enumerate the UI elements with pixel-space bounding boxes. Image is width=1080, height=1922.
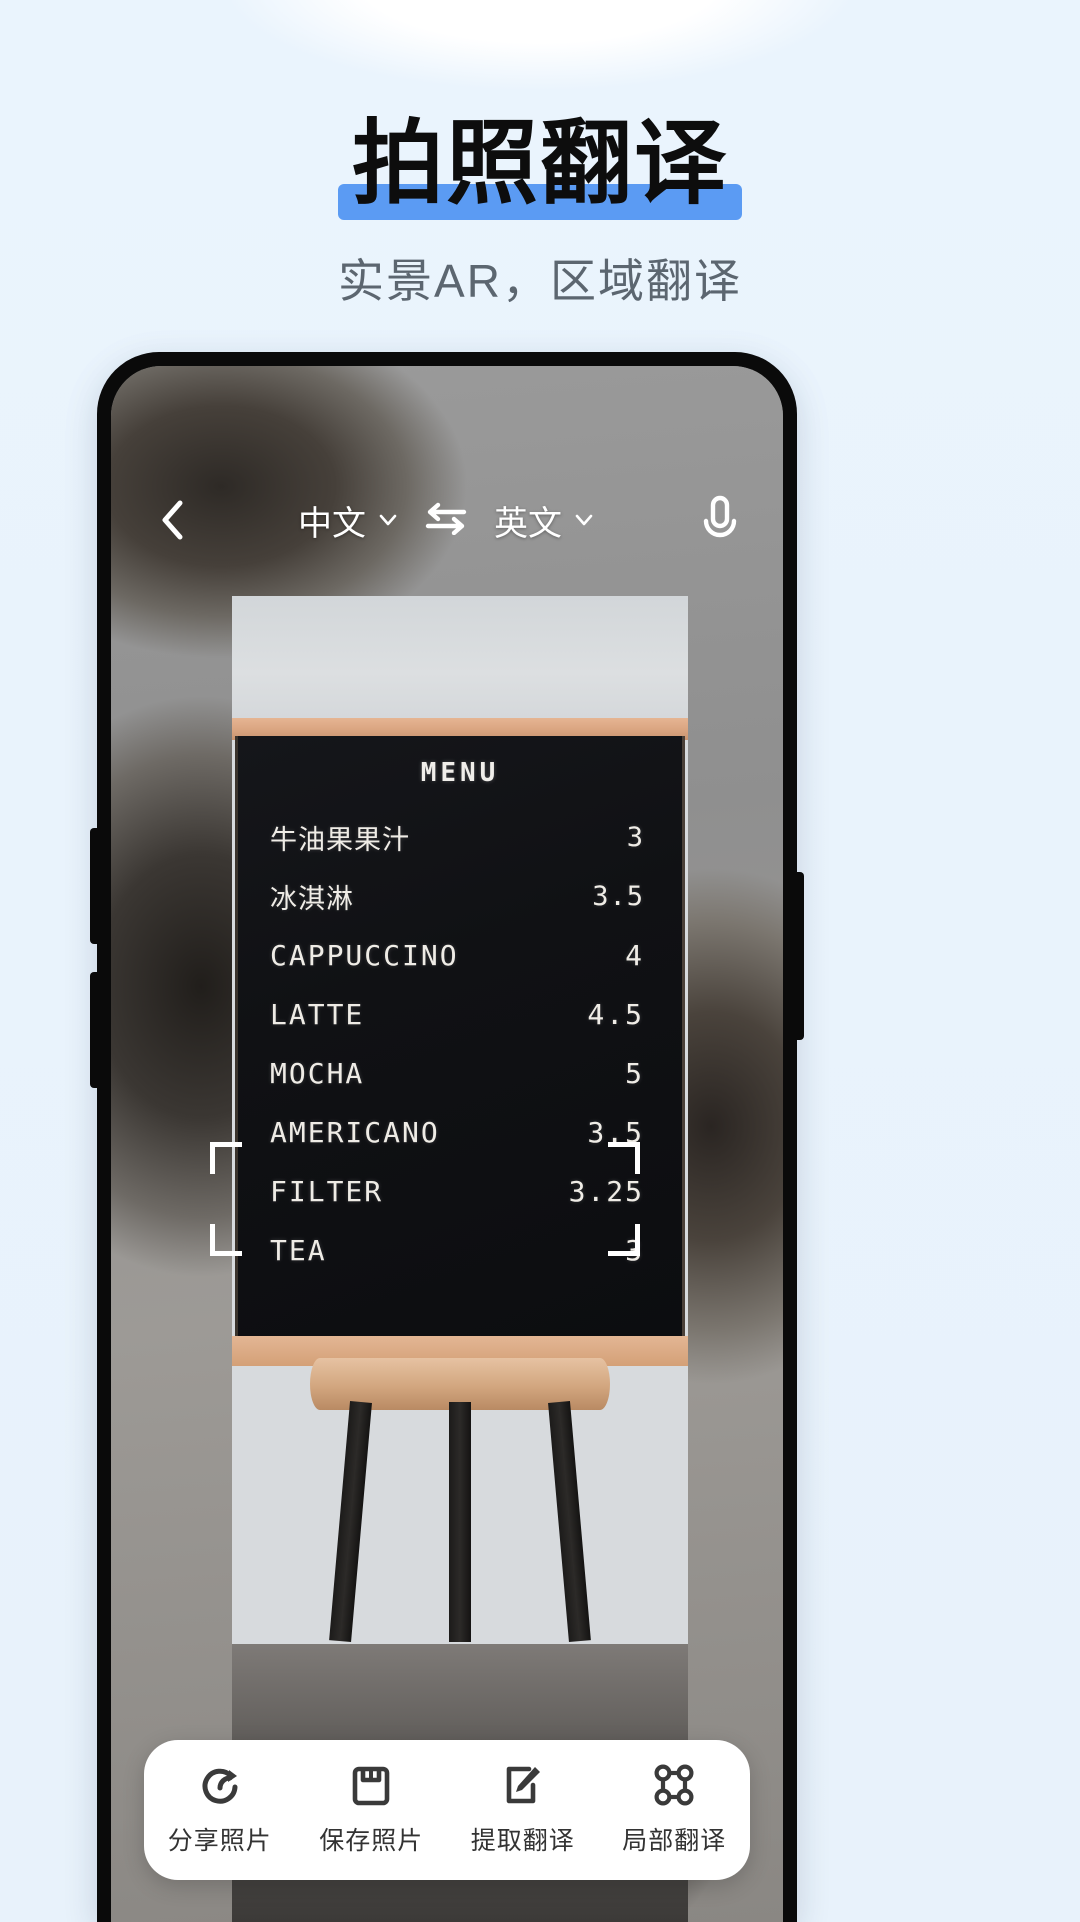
phone-volume-down-button [90, 972, 99, 1088]
extract-translation-button[interactable]: 提取翻译 [458, 1763, 588, 1857]
swap-languages-button[interactable] [424, 501, 468, 540]
share-photo-label: 分享照片 [167, 1827, 272, 1855]
ar-corner-top-left-icon [210, 1142, 242, 1174]
source-language-label: 中文 [298, 504, 366, 543]
menu-item-price: 4.5 [587, 998, 644, 1031]
menu-item-price: 5 [625, 1057, 644, 1090]
menu-board-title: MENU [420, 758, 500, 788]
voice-input-button[interactable] [697, 494, 743, 546]
promo-page: 拍照翻译 实景AR，区域翻译 MENU 牛油果果汁 3 冰淇淋 3.5 CAPPUCCI… [0, 0, 1080, 1922]
ar-selection-box[interactable] [210, 1142, 640, 1256]
phone-power-button [795, 872, 804, 1040]
share-photo-button[interactable]: 分享照片 [155, 1763, 285, 1857]
chevron-down-icon [575, 514, 593, 526]
menu-item-row: LATTE 4.5 [238, 985, 682, 1044]
save-photo-button[interactable]: 保存照片 [306, 1763, 436, 1857]
extract-translation-label: 提取翻译 [470, 1827, 575, 1855]
phone-screen: MENU 牛油果果汁 3 冰淇淋 3.5 CAPPUCCINO 4 LATTE 4.5 MOCH… [111, 366, 783, 1922]
microphone-icon [703, 495, 737, 538]
region-translate-icon [652, 1763, 696, 1807]
ar-corner-bottom-left-icon [210, 1224, 242, 1256]
page-title: 拍照翻译 [337, 118, 742, 220]
page-title-text: 拍照翻译 [351, 113, 728, 215]
share-photo-icon [198, 1763, 242, 1807]
menu-item-row: 冰淇淋 3.5 [238, 867, 682, 926]
captured-photo[interactable]: MENU 牛油果果汁 3 冰淇淋 3.5 CAPPUCCINO 4 LATTE 4.5 MOCH… [232, 596, 688, 1922]
menu-item-name: 冰淇淋 [270, 884, 354, 914]
menu-item-row: 牛油果果汁 3 [238, 808, 682, 867]
headline-area: 拍照翻译 [0, 118, 1080, 220]
chevron-down-icon [379, 514, 397, 526]
page-subtitle: 实景AR，区域翻译 [338, 255, 742, 307]
menu-item-name: CAPPUCCINO [270, 939, 459, 972]
top-navigation-bar: 中文 英文 [111, 484, 783, 556]
photo-stool-leg [449, 1402, 471, 1642]
action-toolbar: 分享照片 保存照片 提取翻译 局部翻译 [144, 1740, 750, 1880]
photo-stool-leg [548, 1401, 591, 1643]
region-translate-button[interactable]: 局部翻译 [609, 1763, 739, 1857]
ar-corner-bottom-right-icon [608, 1224, 640, 1256]
menu-item-price: 4 [625, 939, 644, 972]
menu-item-row: MOCHA 5 [238, 1044, 682, 1103]
save-photo-label: 保存照片 [319, 1827, 424, 1855]
back-button[interactable] [151, 498, 195, 542]
menu-item-name: MOCHA [270, 1057, 365, 1090]
chevron-left-icon [162, 500, 183, 540]
target-language-label: 英文 [494, 504, 562, 543]
menu-item-row: CAPPUCCINO 4 [238, 926, 682, 985]
target-language-selector[interactable]: 英文 [494, 496, 594, 545]
source-language-selector[interactable]: 中文 [298, 496, 398, 545]
extract-translation-icon [502, 1763, 544, 1807]
save-photo-icon [351, 1763, 391, 1807]
region-translate-label: 局部翻译 [622, 1827, 727, 1855]
phone-mockup: MENU 牛油果果汁 3 冰淇淋 3.5 CAPPUCCINO 4 LATTE 4.5 MOCH… [90, 352, 804, 1922]
photo-stool-leg [329, 1401, 372, 1643]
menu-item-name: 牛油果果汁 [270, 825, 410, 855]
menu-item-price: 3 [626, 822, 644, 853]
language-selector-group: 中文 英文 [195, 496, 697, 545]
phone-volume-up-button [90, 828, 99, 944]
menu-item-name: LATTE [270, 998, 365, 1031]
menu-item-price: 3.5 [592, 881, 644, 912]
swap-arrows-icon [425, 502, 467, 535]
ar-corner-top-right-icon [608, 1142, 640, 1174]
photo-wall [232, 596, 688, 724]
